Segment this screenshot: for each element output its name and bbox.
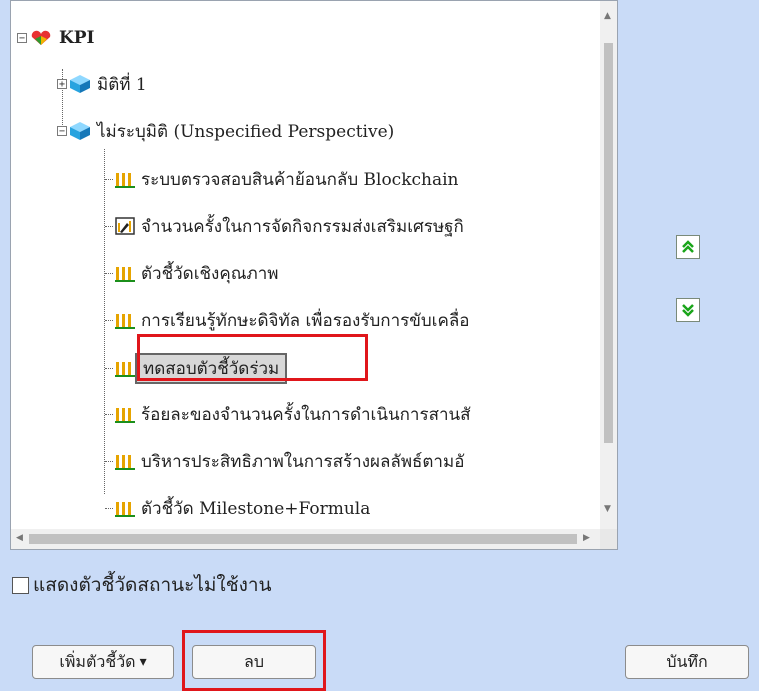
scroll-up-arrow-icon[interactable]: ▲ [604,11,611,21]
tree-node-label: ระบบตรวจสอบสินค้าย้อนกลับ Blockchain [141,169,459,190]
collapse-icon[interactable]: − [17,33,27,44]
bar-chart-icon [115,170,135,188]
scroll-left-arrow-icon[interactable]: ◀ [16,533,23,543]
edit-chart-icon [115,217,135,235]
horizontal-scroll-thumb[interactable] [29,534,577,544]
tree-node-perspective-1[interactable]: + มิติที่ 1 [57,69,147,99]
collapse-icon[interactable]: − [57,126,67,137]
move-up-icon [682,240,694,253]
move-up-button[interactable] [676,235,700,259]
kpi-tree-panel: − KPI + มิติที่ 1 − ไม่ระบุมิติ (Unspeci… [10,0,618,550]
scrollbar-corner [600,529,617,549]
move-down-button[interactable] [676,298,700,322]
tree-node-kpi[interactable]: การเรียนรู้ทักษะดิจิทัล เพื่อรองรับการขั… [105,305,469,335]
show-inactive-checkbox[interactable] [12,576,29,594]
bar-chart-icon [115,264,135,282]
bar-chart-icon [115,499,135,517]
vertical-scroll-thumb[interactable] [604,43,613,443]
bar-chart-icon [115,452,135,470]
cube-icon [69,121,91,141]
tree-node-kpi[interactable]: ระบบตรวจสอบสินค้าย้อนกลับ Blockchain [105,164,459,194]
tree-node-kpi[interactable]: ตัวชี้วัด Milestone+Formula [105,493,370,523]
save-label: บันทึก [666,651,708,671]
tree-node-kpi[interactable]: ตัวชี้วัดเชิงคุณภาพ [105,258,278,288]
move-down-icon [682,304,694,317]
kpi-hearts-icon [29,30,53,46]
scroll-down-arrow-icon[interactable]: ▼ [604,504,611,514]
tree-node-label: บริหารประสิทธิภาพในการสร้างผลลัพธ์ตามอั [141,451,465,472]
tree-node-label: ทดสอบตัวชี้วัดร่วม [134,352,288,384]
bar-chart-icon [115,311,135,329]
tree-node-label: จำนวนครั้งในการจัดกิจกรรมส่งเสริมเศรษฐกิ [141,216,464,237]
tree-node-unspecified-perspective[interactable]: − ไม่ระบุมิติ (Unspecified Perspective) [57,116,394,146]
delete-button[interactable]: ลบ [192,645,316,679]
kpi-tree: − KPI + มิติที่ 1 − ไม่ระบุมิติ (Unspeci… [11,1,601,529]
tree-node-label: ร้อยละของจำนวนครั้งในการดำเนินการสานสั [141,404,471,425]
expand-icon[interactable]: + [57,79,67,90]
add-kpi-label: เพิ่มตัวชี้วัด [59,651,136,671]
tree-node-label: ไม่ระบุมิติ (Unspecified Perspective) [97,121,395,142]
vertical-scrollbar[interactable]: ▲ ▼ [600,1,617,529]
tree-node-kpi[interactable]: บริหารประสิทธิภาพในการสร้างผลลัพธ์ตามอั [105,446,464,476]
cube-icon [69,74,91,94]
tree-node-kpi-selected[interactable]: ทดสอบตัวชี้วัดร่วม [105,352,288,384]
bar-chart-icon [115,359,135,377]
horizontal-scrollbar[interactable]: ◀ ▶ [11,529,601,549]
tree-node-root[interactable]: − KPI [17,23,95,53]
tree-node-label: KPI [59,28,95,48]
add-kpi-dropdown-button[interactable]: เพิ่มตัวชี้วัด ▾ [32,645,174,679]
tree-node-label: มิติที่ 1 [97,74,147,95]
delete-label: ลบ [244,651,264,671]
bar-chart-icon [115,405,135,423]
show-inactive-kpi-option[interactable]: แสดงตัวชี้วัดสถานะไม่ใช้งาน [12,570,272,600]
tree-node-label: ตัวชี้วัด Milestone+Formula [141,498,371,519]
tree-node-label: การเรียนรู้ทักษะดิจิทัล เพื่อรองรับการขั… [141,310,470,331]
tree-node-kpi[interactable]: ร้อยละของจำนวนครั้งในการดำเนินการสานสั [105,399,471,429]
tree-node-label: ตัวชี้วัดเชิงคุณภาพ [141,263,279,284]
scroll-right-arrow-icon[interactable]: ▶ [583,533,590,543]
chevron-down-icon: ▾ [139,654,147,670]
tree-node-kpi[interactable]: จำนวนครั้งในการจัดกิจกรรมส่งเสริมเศรษฐกิ [105,211,464,241]
save-button[interactable]: บันทึก [625,645,749,679]
show-inactive-label: แสดงตัวชี้วัดสถานะไม่ใช้งาน [33,574,272,596]
